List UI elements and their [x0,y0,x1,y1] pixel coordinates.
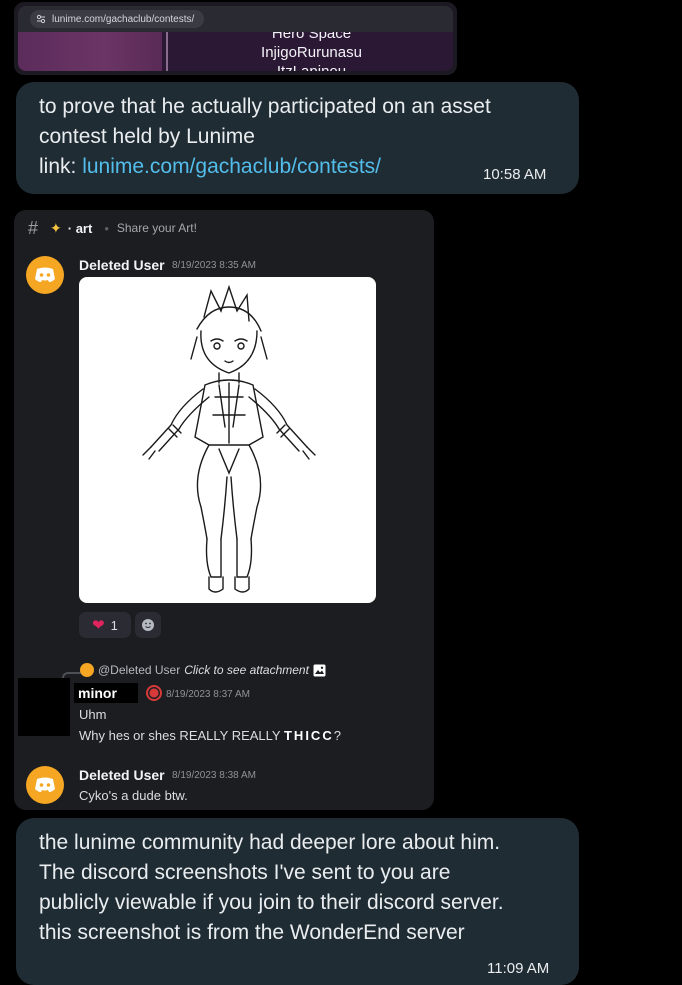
smiley-icon [142,619,154,631]
page-preview: Hero Space InjigoRurunasu ItzLapinou [18,32,453,71]
reaction-count: 1 [110,617,118,633]
participant-name: InjigoRurunasu [261,44,362,61]
url-pill: lunime.com/gachaclub/contests/ [30,10,205,28]
message-timestamp: 8/19/2023 8:35 AM [172,260,256,271]
message-line: the lunime community had deeper lore abo… [39,831,501,854]
reply-attachment-text: Click to see attachment [184,663,309,677]
url-text: lunime.com/gachaclub/contests/ [52,13,195,25]
participant-name: ItzLapinou [170,62,453,71]
message-line: link: lunime.com/gachaclub/contests/ [39,155,382,178]
character-sketch [142,284,316,593]
redacted-avatar [18,678,70,736]
channel-header: # ✦ · art • Share your Art! [14,210,434,246]
participant-name: Hero Space [271,32,352,42]
message-time: 11:09 AM [487,960,550,977]
message-text: Cyko's a dude btw. [79,788,188,803]
mini-avatar [80,663,94,677]
browser-url-bar: lunime.com/gachaclub/contests/ [18,6,453,32]
author-name[interactable]: Deleted User [79,257,165,273]
message-timestamp: 8/19/2023 8:37 AM [166,689,250,700]
discord-logo-icon [35,267,55,282]
contest-link[interactable]: lunime.com/gachaclub/contests/ [82,155,381,178]
author-name[interactable]: minor [74,683,138,703]
message-line: this screenshot is from the WonderEnd se… [39,921,465,944]
message-timestamp: 8/19/2023 8:38 AM [172,770,256,781]
participant-names: Hero Space InjigoRurunasu ItzLapinou [170,32,453,71]
sparkles-icon: ✦ [50,219,62,236]
column-divider [166,32,168,71]
reply-user: @Deleted User [98,663,181,677]
heart-emoji-icon: ❤ [92,617,105,634]
message-text: Uhm [79,707,107,722]
message-time: 10:58 AM [483,166,547,183]
message-line: contest held by Lunime [39,125,255,148]
decorative-band [18,32,162,71]
message-line: The discord screenshots I've sent to you… [39,861,451,884]
channel-hash-icon: # [28,217,39,238]
role-badge-icon [146,685,162,701]
chat-bubble: the lunime community had deeper lore abo… [16,818,579,985]
author-name[interactable]: Deleted User [79,767,165,783]
reply-reference[interactable]: @Deleted User Click to see attachment [80,663,326,677]
avatar [26,766,64,804]
separator-dot: • [104,220,109,236]
add-reaction-button[interactable] [135,612,161,638]
image-icon [313,664,326,676]
channel-name: · art [67,220,93,236]
message-line: to prove that he actually participated o… [39,95,491,118]
message-text: Why hes or shes REALLY REALLY THICC? [79,728,341,743]
site-settings-icon [36,14,46,24]
avatar [26,256,64,294]
chat-bubble: to prove that he actually participated o… [16,82,579,194]
message-line: publicly viewable if you join to their d… [39,891,504,914]
artwork-image[interactable] [79,277,376,603]
discord-screenshot: # ✦ · art • Share your Art! Deleted User… [14,210,434,810]
discord-logo-icon [35,777,55,792]
channel-topic: Share your Art! [116,221,197,235]
browser-screenshot-card: lunime.com/gachaclub/contests/ Hero Spac… [14,2,457,75]
heart-reaction[interactable]: ❤ 1 [79,612,131,638]
